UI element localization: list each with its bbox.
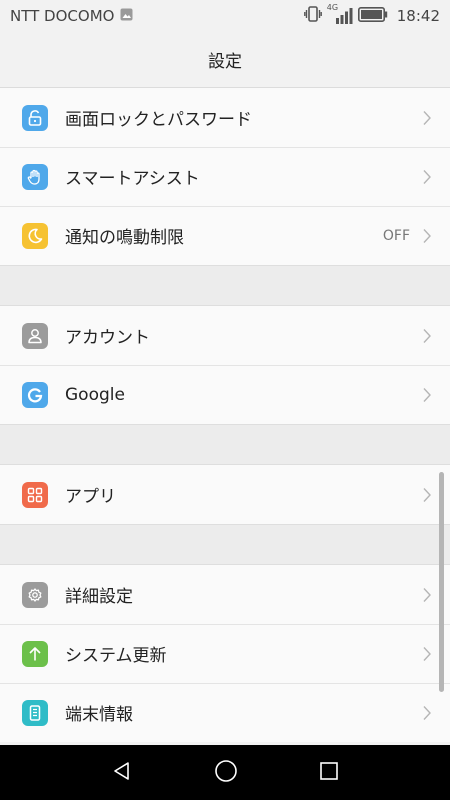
chevron-right-icon — [423, 705, 431, 720]
clock: 18:42 — [396, 7, 440, 25]
chevron-right-icon — [423, 169, 431, 184]
vibrate-icon — [303, 6, 322, 26]
recent-apps-button[interactable] — [319, 761, 339, 785]
moon-icon — [22, 222, 48, 249]
home-button[interactable] — [214, 759, 238, 787]
settings-item-google[interactable]: Google — [0, 365, 450, 424]
settings-group-system: 詳細設定 システム更新 端末情報 — [0, 565, 450, 742]
settings-group-security: 画面ロックとパスワード スマートアシスト 通知の鳴動制限 OFF — [0, 88, 450, 265]
settings-item-advanced[interactable]: 詳細設定 — [0, 565, 450, 624]
page-title-bar: 設定 — [0, 32, 450, 88]
lock-icon — [22, 104, 48, 131]
settings-item-label: 詳細設定 — [65, 587, 133, 607]
settings-item-system-update[interactable]: システム更新 — [0, 624, 450, 683]
back-button[interactable] — [111, 760, 133, 786]
apps-icon — [22, 481, 48, 508]
chevron-right-icon — [423, 110, 431, 125]
settings-item-label: 画面ロックとパスワード — [65, 110, 252, 130]
hand-icon — [22, 163, 48, 190]
settings-item-label: スマートアシスト — [65, 169, 200, 189]
settings-item-do-not-disturb[interactable]: 通知の鳴動制限 OFF — [0, 206, 450, 265]
chevron-right-icon — [423, 487, 431, 502]
group-divider — [0, 524, 450, 565]
settings-item-about-phone[interactable]: 端末情報 — [0, 683, 450, 742]
settings-item-label: アカウント — [65, 328, 150, 348]
settings-group-accounts: アカウント Google — [0, 306, 450, 424]
settings-item-value: OFF — [382, 227, 410, 244]
page-title: 設定 — [208, 52, 242, 72]
chevron-right-icon — [423, 328, 431, 343]
chevron-right-icon — [423, 228, 431, 243]
settings-item-label: システム更新 — [65, 646, 167, 666]
navigation-bar — [0, 745, 450, 800]
signal-icon: 4G — [327, 3, 353, 25]
google-icon — [22, 381, 48, 408]
chevron-right-icon — [423, 387, 431, 402]
settings-item-label: Google — [65, 384, 125, 405]
chevron-right-icon — [423, 646, 431, 661]
notification-image-icon — [120, 7, 133, 25]
carrier-name: NTT DOCOMO — [10, 7, 115, 25]
settings-item-smart-assist[interactable]: スマートアシスト — [0, 147, 450, 206]
chevron-right-icon — [423, 587, 431, 602]
status-bar: NTT DOCOMO 4G 18:42 — [0, 0, 450, 32]
settings-item-apps[interactable]: アプリ — [0, 465, 450, 524]
phone-info-icon — [22, 699, 48, 726]
gear-icon — [22, 581, 48, 608]
settings-item-screen-lock[interactable]: 画面ロックとパスワード — [0, 88, 450, 147]
settings-item-label: アプリ — [65, 487, 116, 507]
settings-item-accounts[interactable]: アカウント — [0, 306, 450, 365]
settings-item-label: 通知の鳴動制限 — [65, 228, 184, 248]
group-divider — [0, 424, 450, 465]
user-icon — [22, 322, 48, 349]
scrollbar[interactable] — [439, 472, 444, 692]
settings-item-label: 端末情報 — [65, 705, 133, 725]
settings-list: 画面ロックとパスワード スマートアシスト 通知の鳴動制限 OFF アカウント G… — [0, 88, 450, 742]
group-divider — [0, 265, 450, 306]
battery-icon — [357, 6, 388, 26]
update-icon — [22, 640, 48, 667]
settings-group-apps: アプリ — [0, 465, 450, 524]
